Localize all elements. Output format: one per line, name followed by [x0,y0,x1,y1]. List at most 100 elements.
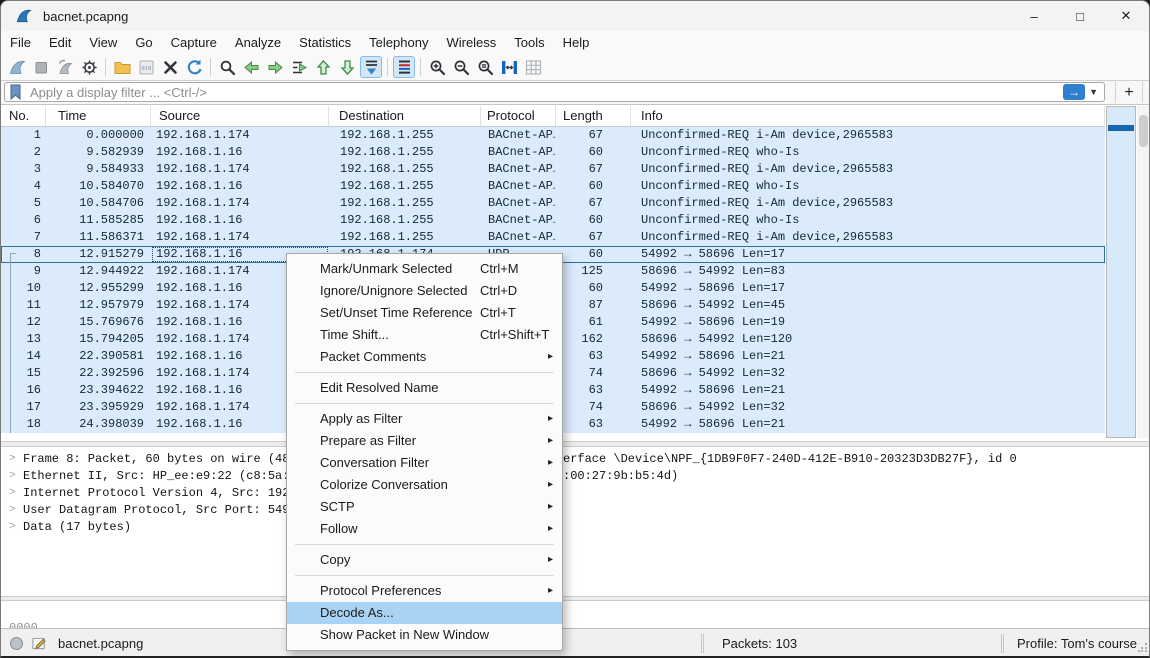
packet-row-6[interactable]: 611.585285192.168.1.16192.168.1.255BACne… [1,212,1105,229]
expert-info-icon[interactable] [9,636,24,651]
expand-chevron-icon[interactable]: > [9,468,16,485]
resize-grip[interactable] [1138,640,1148,655]
context-menu-item-decode-as[interactable]: Decode As... [287,602,562,624]
cell-time: 10.584706 [46,195,151,212]
capture-options-button[interactable] [78,56,100,78]
column-header-info[interactable]: Info [631,106,1105,126]
go-back-button[interactable] [240,56,262,78]
zoom-reset-button[interactable] [474,56,496,78]
hex-line[interactable]: 0000 08 00 27 9b b5 4d c8 5a cf ee e9 22 [1,603,1150,620]
pane-splitter-top[interactable] [1,441,1150,447]
save-file-button[interactable]: 010 [135,56,157,78]
context-menu-item-copy[interactable]: Copy▸ [287,549,562,571]
vertical-scrollbar[interactable] [1137,106,1150,438]
menubar-item-analyze[interactable]: Analyze [226,31,290,54]
filter-dropdown-caret-icon[interactable]: ▼ [1089,87,1098,97]
add-filter-button[interactable]: + [1115,82,1143,103]
menubar-item-capture[interactable]: Capture [162,31,226,54]
context-menu-item-conversation-filter[interactable]: Conversation Filter▸ [287,452,562,474]
go-to-packet-button[interactable] [288,56,310,78]
packet-row-5[interactable]: 510.584706192.168.1.174192.168.1.255BACn… [1,195,1105,212]
find-packet-button[interactable] [216,56,238,78]
context-menu-item-sctp[interactable]: SCTP▸ [287,496,562,518]
scrollbar-thumb[interactable] [1139,115,1148,147]
colorize-button[interactable] [393,56,415,78]
go-last-button[interactable] [336,56,358,78]
colorize-icon [395,58,414,77]
context-menu-item-ignore-unignore-selected[interactable]: Ignore/Unignore SelectedCtrl+D [287,280,562,302]
context-menu-item-packet-comments[interactable]: Packet Comments▸ [287,346,562,368]
profile-selector[interactable]: Profile: Tom's course [1017,629,1137,658]
restart-capture-button[interactable] [54,56,76,78]
cell-dst: 192.168.1.255 [329,161,481,178]
menubar-item-file[interactable]: File [1,31,40,54]
menubar-item-wireless[interactable]: Wireless [437,31,505,54]
menubar-item-telephony[interactable]: Telephony [360,31,437,54]
expand-chevron-icon[interactable]: > [9,485,16,502]
menubar-item-help[interactable]: Help [554,31,599,54]
resize-columns-button[interactable] [498,56,520,78]
context-menu-item-follow[interactable]: Follow▸ [287,518,562,540]
apply-filter-button[interactable]: → [1063,84,1085,100]
context-menu-item-show-packet-in-new-window[interactable]: Show Packet in New Window [287,624,562,646]
cell-no: 10 [1,280,46,297]
menubar-item-view[interactable]: View [80,31,126,54]
cell-no: 16 [1,382,46,399]
intelligent-scrollbar-minimap[interactable] [1106,106,1136,438]
start-capture-button[interactable] [6,56,28,78]
close-button[interactable]: ✕ [1103,1,1149,31]
column-header-time[interactable]: Time [46,106,151,126]
display-filter-input[interactable] [28,84,1063,101]
cell-info: 54992 → 58696 Len=19 [631,314,1105,331]
context-menu-item-edit-resolved-name[interactable]: Edit Resolved Name [287,377,562,399]
maximize-button[interactable]: □ [1057,1,1103,31]
column-header-destination[interactable]: Destination [329,106,481,126]
context-menu-item-apply-as-filter[interactable]: Apply as Filter▸ [287,408,562,430]
context-menu-item-colorize-conversation[interactable]: Colorize Conversation▸ [287,474,562,496]
menubar-item-go[interactable]: Go [126,31,161,54]
menu-item-shortcut: Ctrl+M [480,258,519,280]
context-menu-item-time-shift[interactable]: Time Shift...Ctrl+Shift+T [287,324,562,346]
detail-line[interactable]: >User Datagram Protocol, Src Port: 54992 [1,502,1150,519]
expand-chevron-icon[interactable]: > [9,519,16,536]
reload-file-button[interactable] [183,56,205,78]
open-file-button[interactable] [111,56,133,78]
go-forward-button[interactable] [264,56,286,78]
packet-row-1[interactable]: 10.000000192.168.1.174192.168.1.255BACne… [1,127,1105,144]
column-header-protocol[interactable]: Protocol [481,106,556,126]
menubar-item-statistics[interactable]: Statistics [290,31,360,54]
zoom-in-button[interactable] [426,56,448,78]
zoom-out-button[interactable] [450,56,472,78]
columns-layout-button[interactable] [522,56,544,78]
cell-len: 67 [556,127,631,144]
close-file-button[interactable] [159,56,181,78]
packet-row-4[interactable]: 410.584070192.168.1.16192.168.1.255BACne… [1,178,1105,195]
expand-chevron-icon[interactable]: > [9,502,16,519]
context-menu-item-prepare-as-filter[interactable]: Prepare as Filter▸ [287,430,562,452]
context-menu-item-mark-unmark-selected[interactable]: Mark/Unmark SelectedCtrl+M [287,258,562,280]
column-header-source[interactable]: Source [151,106,329,126]
detail-line[interactable]: >Ethernet II, Src: HP_ee:e9:22 (c8:5a:cf… [1,468,1150,485]
menubar-item-edit[interactable]: Edit [40,31,80,54]
packet-row-3[interactable]: 39.584933192.168.1.174192.168.1.255BACne… [1,161,1105,178]
stop-capture-button[interactable] [30,56,52,78]
column-header-no[interactable]: No. [1,106,46,126]
context-menu-item-protocol-preferences[interactable]: Protocol Preferences▸ [287,580,562,602]
column-header-length[interactable]: Length [556,106,631,126]
filter-bookmark-icon[interactable] [9,84,22,100]
packet-row-7[interactable]: 711.586371192.168.1.174192.168.1.255BACn… [1,229,1105,246]
auto-scroll-button[interactable] [360,56,382,78]
expand-chevron-icon[interactable]: > [9,451,16,468]
context-menu-item-set-unset-time-reference[interactable]: Set/Unset Time ReferenceCtrl+T [287,302,562,324]
cell-proto: BACnet-AP… [481,229,556,246]
packet-row-2[interactable]: 29.582939192.168.1.16192.168.1.255BACnet… [1,144,1105,161]
cell-len: 67 [556,195,631,212]
detail-line[interactable]: >Data (17 bytes) [1,519,1150,536]
conversation-indicator-line [10,253,11,433]
menubar-item-tools[interactable]: Tools [505,31,553,54]
detail-line[interactable]: >Frame 8: Packet, 60 bytes on wire (480e… [1,451,1150,468]
minimize-button[interactable]: – [1011,1,1057,31]
capture-comment-icon[interactable] [31,635,47,651]
go-first-button[interactable] [312,56,334,78]
detail-line[interactable]: >Internet Protocol Version 4, Src: 192.1 [1,485,1150,502]
